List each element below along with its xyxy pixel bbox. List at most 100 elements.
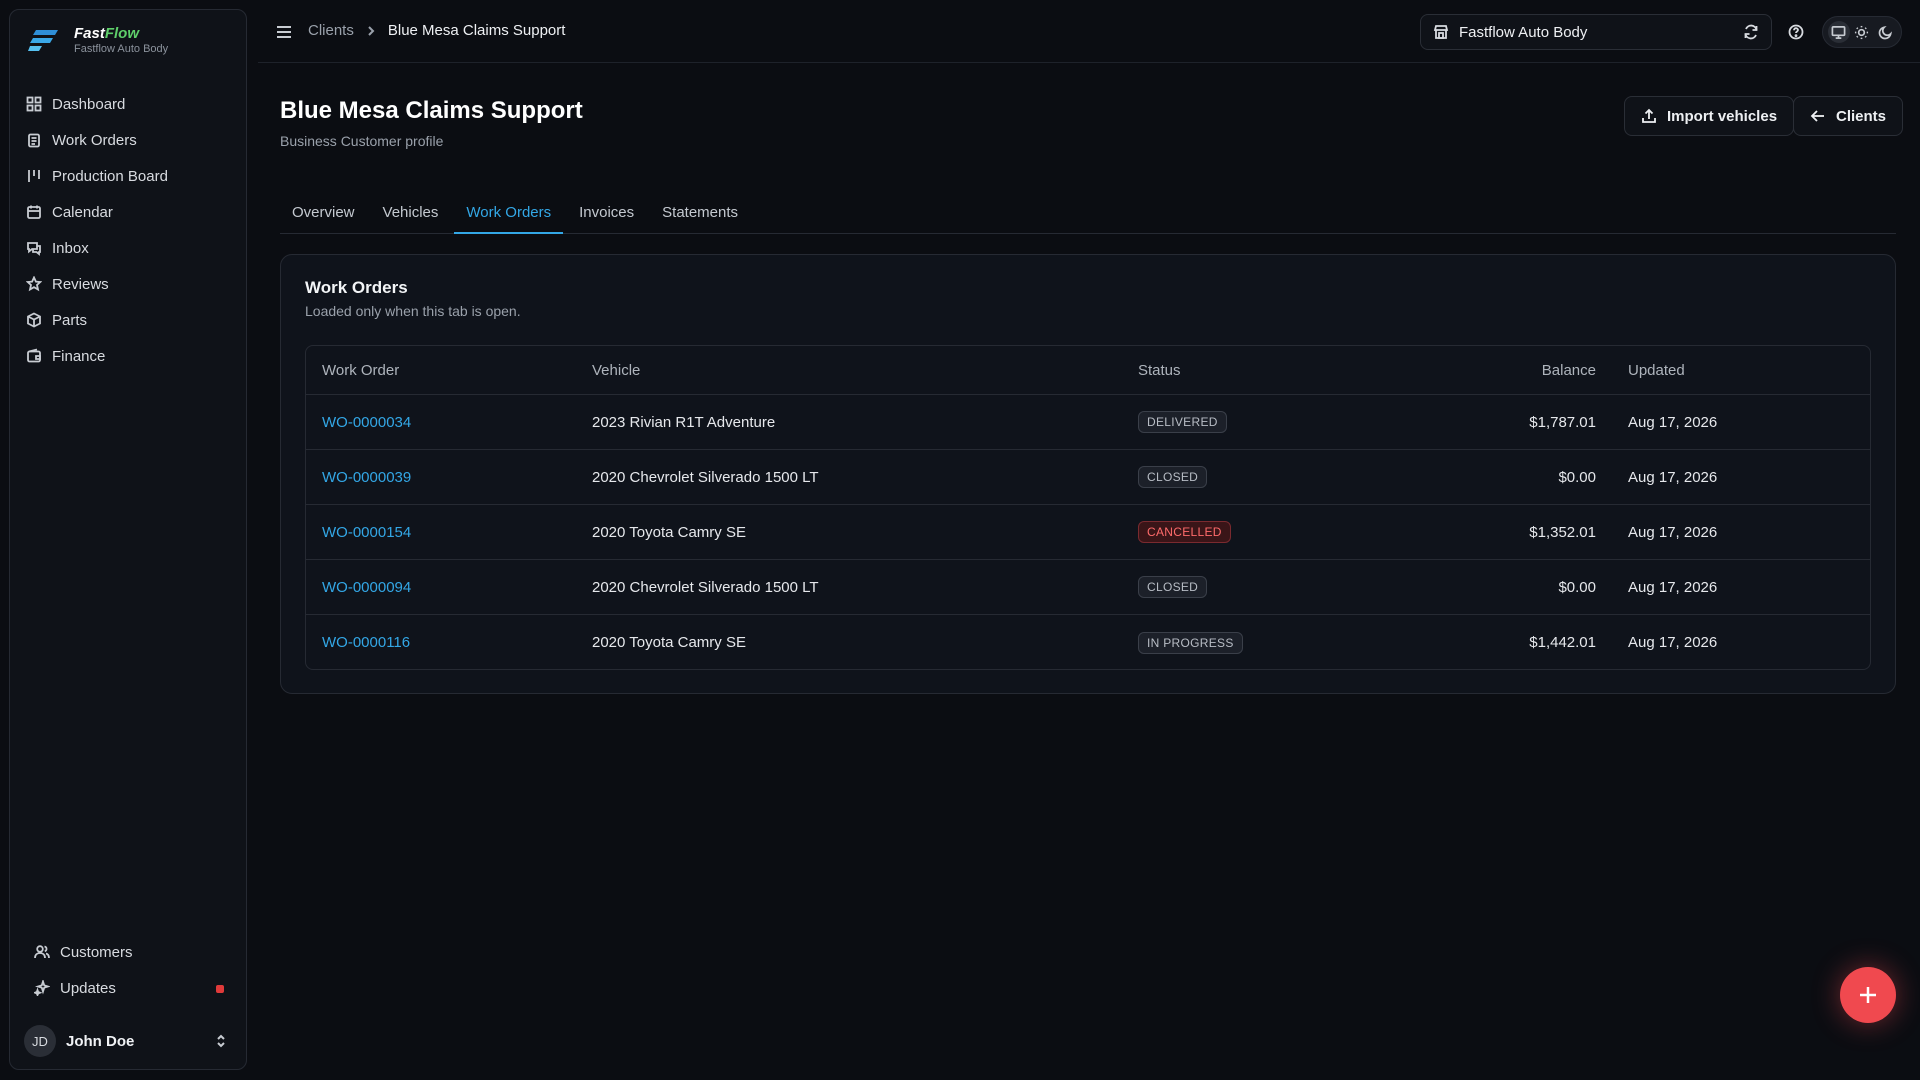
work-orders-table: Work Order Vehicle Status Balance Update… xyxy=(305,345,1871,670)
import-vehicles-label: Import vehicles xyxy=(1667,107,1778,125)
sidebar-item-work-orders[interactable]: Work Orders xyxy=(10,122,246,158)
arrow-left-icon xyxy=(1810,110,1824,122)
tab-invoices[interactable]: Invoices xyxy=(567,198,646,234)
sidebar-item-label: Work Orders xyxy=(52,131,137,149)
tab-work-orders[interactable]: Work Orders xyxy=(454,198,564,234)
user-menu[interactable]: JD John Doe xyxy=(24,1023,234,1059)
grid-icon xyxy=(26,96,42,112)
add-fab-button[interactable] xyxy=(1840,967,1896,1023)
users-icon xyxy=(34,945,50,959)
sidebar-item-parts[interactable]: Parts xyxy=(10,302,246,338)
shop-select[interactable]: Fastflow Auto Body xyxy=(1420,14,1772,50)
updated-cell: Aug 17, 2026 xyxy=(1628,413,1718,431)
table-row[interactable]: WO-0000034 2023 Rivian R1T Adventure DEL… xyxy=(306,395,1870,450)
brand-name: FastFlow xyxy=(74,25,140,42)
status-badge: DELIVERED xyxy=(1138,411,1227,433)
help-icon[interactable] xyxy=(1788,24,1804,40)
work-order-link[interactable]: WO-0000039 xyxy=(322,469,411,486)
card-subtitle: Loaded only when this tab is open. xyxy=(305,303,521,319)
import-vehicles-button[interactable]: Import vehicles xyxy=(1624,96,1795,136)
clipboard-icon xyxy=(28,133,40,148)
profile-tabs: Overview Vehicles Work Orders Invoices S… xyxy=(280,198,1896,234)
sidebar-item-calendar[interactable]: Calendar xyxy=(10,194,246,230)
updated-cell: Aug 17, 2026 xyxy=(1628,578,1718,596)
column-header-status[interactable]: Status xyxy=(1138,346,1181,394)
page-subtitle: Business Customer profile xyxy=(280,133,444,149)
back-to-clients-button[interactable]: Clients xyxy=(1793,96,1904,136)
menu-icon[interactable] xyxy=(276,24,292,40)
table-row[interactable]: WO-0000039 2020 Chevrolet Silverado 1500… xyxy=(306,450,1870,505)
brand[interactable]: FastFlow Fastflow Auto Body xyxy=(28,26,168,56)
refresh-icon[interactable] xyxy=(1743,24,1759,40)
sidebar: FastFlow Fastflow Auto Body Dashboard Wo… xyxy=(9,9,247,1070)
calendar-icon xyxy=(27,205,41,219)
sidebar-item-customers[interactable]: Customers xyxy=(18,934,238,970)
sidebar-item-dashboard[interactable]: Dashboard xyxy=(10,86,246,122)
theme-light-button[interactable] xyxy=(1851,21,1873,43)
tab-statements[interactable]: Statements xyxy=(650,198,750,234)
column-header-work-order[interactable]: Work Order xyxy=(322,346,399,394)
sidebar-item-label: Reviews xyxy=(52,275,109,293)
tab-overview[interactable]: Overview xyxy=(280,198,367,234)
sidebar-item-reviews[interactable]: Reviews xyxy=(10,266,246,302)
sidebar-item-production-board[interactable]: Production Board xyxy=(10,158,246,194)
kanban-icon xyxy=(28,170,40,182)
chevron-up-down-icon xyxy=(217,1034,225,1048)
balance-cell: $1,352.01 xyxy=(1529,523,1596,541)
vehicle-cell: 2020 Chevrolet Silverado 1500 LT xyxy=(592,578,819,596)
column-header-vehicle[interactable]: Vehicle xyxy=(592,346,640,394)
back-to-clients-label: Clients xyxy=(1836,107,1887,125)
sidebar-item-label: Calendar xyxy=(52,203,113,221)
upload-icon xyxy=(1642,108,1656,123)
sidebar-item-label: Inbox xyxy=(52,239,89,257)
sparkles-icon xyxy=(34,980,50,996)
store-icon xyxy=(1433,25,1449,39)
column-header-updated[interactable]: Updated xyxy=(1628,346,1685,394)
sidebar-item-label: Parts xyxy=(52,311,88,329)
work-order-link[interactable]: WO-0000094 xyxy=(322,579,411,596)
vehicle-cell: 2023 Rivian R1T Adventure xyxy=(592,413,776,431)
tab-vehicles[interactable]: Vehicles xyxy=(371,198,451,234)
box-icon xyxy=(27,312,41,328)
table-row[interactable]: WO-0000116 2020 Toyota Camry SE IN PROGR… xyxy=(306,615,1870,669)
status-badge: CLOSED xyxy=(1138,466,1208,488)
table-row[interactable]: WO-0000154 2020 Toyota Camry SE CANCELLE… xyxy=(306,505,1870,560)
table-row[interactable]: WO-0000094 2020 Chevrolet Silverado 1500… xyxy=(306,560,1870,615)
status-badge: IN PROGRESS xyxy=(1138,631,1243,654)
sidebar-item-label: Updates xyxy=(60,979,116,997)
work-order-link[interactable]: WO-0000154 xyxy=(322,524,411,541)
shop-select-value: Fastflow Auto Body xyxy=(1459,23,1588,41)
brand-subtitle: Fastflow Auto Body xyxy=(74,43,169,55)
page-title: Blue Mesa Claims Support xyxy=(280,97,583,124)
balance-cell: $1,787.01 xyxy=(1529,413,1596,431)
card-title: Work Orders xyxy=(305,278,408,297)
vehicle-cell: 2020 Toyota Camry SE xyxy=(592,523,746,541)
monitor-icon xyxy=(1831,25,1846,39)
sidebar-bottom-nav: Customers Updates xyxy=(18,934,238,1006)
breadcrumb-clients-link[interactable]: Clients xyxy=(308,22,354,39)
chat-icon xyxy=(27,242,41,256)
theme-system-button[interactable] xyxy=(1827,21,1850,43)
work-order-link[interactable]: WO-0000034 xyxy=(322,414,411,431)
balance-cell: $1,442.01 xyxy=(1529,634,1596,651)
avatar: JD xyxy=(24,1025,56,1057)
updated-cell: Aug 17, 2026 xyxy=(1628,523,1718,541)
sidebar-item-updates[interactable]: Updates xyxy=(18,970,238,1006)
balance-cell: $0.00 xyxy=(1558,578,1596,596)
work-orders-card: Work Orders Loaded only when this tab is… xyxy=(280,254,1896,694)
theme-toggle xyxy=(1822,16,1902,48)
sidebar-nav: Dashboard Work Orders Production Board C… xyxy=(10,86,246,374)
topbar: Clients Blue Mesa Claims Support Fastflo… xyxy=(258,0,1920,63)
vehicle-cell: 2020 Toyota Camry SE xyxy=(592,634,746,651)
chevron-right-icon xyxy=(368,25,375,36)
sidebar-item-label: Production Board xyxy=(52,167,168,185)
sidebar-item-inbox[interactable]: Inbox xyxy=(10,230,246,266)
theme-dark-button[interactable] xyxy=(1874,21,1896,43)
sun-icon xyxy=(1855,25,1869,39)
table-header-row: Work Order Vehicle Status Balance Update… xyxy=(306,346,1870,395)
work-order-link[interactable]: WO-0000116 xyxy=(322,634,410,651)
column-header-balance[interactable]: Balance xyxy=(1366,346,1596,394)
sidebar-item-finance[interactable]: Finance xyxy=(10,338,246,374)
moon-icon xyxy=(1878,25,1892,39)
fastflow-logo-icon xyxy=(28,30,58,51)
